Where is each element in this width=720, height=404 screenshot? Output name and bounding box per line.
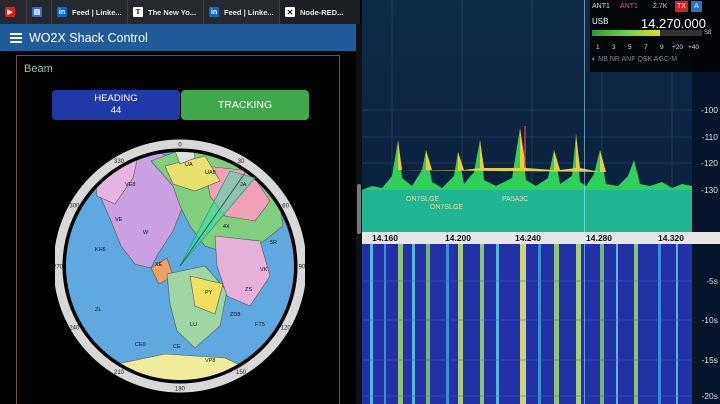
s-meter: [592, 30, 702, 36]
rx-controls-label: NB NR ANF QSK AGC-M: [598, 56, 678, 63]
region-prefix-label: ZL: [95, 307, 101, 313]
freq-label: 14.240: [515, 233, 541, 243]
tracking-button[interactable]: TRACKING: [181, 90, 309, 120]
time-label: -20s: [701, 391, 718, 401]
tab-node-red[interactable]: ✕ Node-RED...: [280, 0, 360, 24]
time-label: -15s: [701, 355, 718, 365]
close-icon[interactable]: ✕: [285, 7, 295, 17]
tab-newsletter[interactable]: ▤: [27, 0, 52, 24]
region-prefix-label: VE8: [125, 182, 135, 188]
receiver-panel: ANT1 ANT1 2.7K TX A USB 14.270.000 S8 1 …: [590, 0, 720, 72]
compass-bearing-label: 240: [69, 326, 80, 332]
compass-bearing-label: 300: [69, 204, 80, 210]
tab-linkedin-feed[interactable]: in Feed | Linke...: [52, 0, 128, 24]
region-prefix-label: XE: [155, 262, 163, 268]
tab-youtube[interactable]: ▶: [0, 0, 27, 24]
compass-bearing-label: 180: [175, 387, 186, 393]
tab-linkedin-feed-2[interactable]: in Feed | Linke...: [204, 0, 280, 24]
region-prefix-label: UA9: [205, 170, 216, 176]
region-prefix-label: 4X: [223, 224, 230, 230]
time-label: -5s: [706, 276, 718, 286]
compass-bearing-label: 60: [282, 204, 289, 210]
s-scale-tick: 9: [660, 44, 664, 51]
region-prefix-label: CE: [173, 344, 181, 350]
s-unit-label: S8: [704, 30, 712, 36]
compass-bearing-label: 120: [281, 326, 292, 332]
hamburger-menu-icon[interactable]: [10, 31, 22, 45]
rx-controls-bar[interactable]: 🔈︎ NB NR ANF QSK AGC-M: [592, 56, 677, 64]
db-label: -100: [700, 105, 718, 115]
compass-bearing-label: 330: [114, 159, 125, 165]
beam-section-label: Beam: [24, 63, 53, 75]
antenna-tx-label[interactable]: ANT1: [620, 3, 638, 10]
compass-bearing-label: 90: [299, 265, 305, 271]
mode-label[interactable]: USB: [592, 17, 608, 26]
s-scale-tick: 7: [644, 44, 648, 51]
region-prefix-label: ZS: [245, 287, 252, 293]
scrollbar-thumb[interactable]: [357, 184, 361, 234]
freq-label: 14.280: [586, 233, 612, 243]
region-prefix-label: VP8: [205, 358, 215, 364]
waterfall-display[interactable]: [362, 244, 692, 404]
s-scale-tick: +20: [672, 44, 684, 51]
heading-value: 44: [110, 105, 122, 116]
compass-bearing-label: 270: [55, 265, 64, 271]
region-prefix-label: VK: [260, 267, 268, 273]
heading-label: HEADING: [94, 93, 138, 104]
frequency-readout[interactable]: 14.270.000: [641, 16, 706, 31]
time-label: -10s: [701, 315, 718, 325]
app-title: WO2X Shack Control: [29, 30, 148, 45]
bandwidth-label[interactable]: 2.7K: [653, 3, 667, 10]
app-header: WO2X Shack Control: [0, 24, 356, 51]
browser-tab-strip: ▶ ▤ in Feed | Linke... T The New Yo... i…: [0, 0, 360, 24]
linkedin-icon: in: [57, 7, 67, 17]
db-label: -130: [700, 185, 718, 195]
heading-button[interactable]: HEADING 44: [52, 90, 180, 120]
nytimes-icon: T: [133, 7, 143, 17]
azimuthal-map: 0306090120150180210240270300330 VE8VEWXE…: [55, 139, 305, 393]
region-prefix-label: FT5: [255, 322, 265, 328]
region-prefix-label: CE0: [135, 342, 146, 348]
s-scale-tick: 5: [628, 44, 632, 51]
time-axis: -5s -10s -15s -20s: [692, 244, 720, 404]
beam-card: Beam HEADING 44 TRACKING 0 30 60 90 120 …: [16, 55, 340, 404]
region-prefix-label: LU: [190, 322, 197, 328]
region-prefix-label: KH6: [95, 247, 106, 253]
region-prefix-label: VE: [115, 217, 123, 223]
tuning-cursor[interactable]: [584, 0, 585, 404]
db-label: -110: [701, 132, 718, 142]
linkedin-icon: in: [209, 7, 219, 17]
tx-badge[interactable]: TX: [675, 1, 688, 12]
region-prefix-label: PY: [205, 290, 213, 296]
region-prefix-label: JA: [240, 182, 247, 188]
freq-label: 14.200: [445, 233, 471, 243]
region-prefix-label: 5R: [270, 240, 277, 246]
frequency-axis[interactable]: 14.160 14.200 14.240 14.280 14.320: [362, 232, 720, 244]
spot-label[interactable]: ON7SLGE: [430, 204, 463, 211]
region-prefix-label: UA: [185, 162, 193, 168]
s-scale-tick: 3: [612, 44, 616, 51]
tab-nytimes[interactable]: T The New Yo...: [128, 0, 204, 24]
antenna-rx-label[interactable]: ANT1: [592, 3, 610, 10]
s-scale-tick: 1: [596, 44, 600, 51]
freq-label: 14.320: [658, 233, 684, 243]
spot-label[interactable]: ON7SLGE: [406, 196, 439, 203]
freq-label: 14.160: [372, 233, 398, 243]
beam-pane: Beam HEADING 44 TRACKING 0 30 60 90 120 …: [0, 51, 356, 404]
spot-label[interactable]: PA5A3C: [502, 196, 528, 203]
vfo-a-badge[interactable]: A: [691, 1, 702, 12]
s-scale-tick: +40: [688, 44, 700, 51]
s-meter-fill: [592, 30, 661, 36]
newsletter-icon: ▤: [32, 7, 42, 17]
db-label: -120: [700, 158, 718, 168]
sdr-panel: ON7SLGE ON7SLGE PA5A3C -100 -110 -120 -1…: [362, 0, 720, 404]
youtube-icon: ▶: [5, 7, 15, 17]
compass-bearing-label: 150: [236, 370, 247, 376]
compass-bearing-label: 30: [238, 159, 245, 165]
compass-bearing-label: 210: [114, 370, 125, 376]
screen: ▶ ▤ in Feed | Linke... T The New Yo... i…: [0, 0, 720, 404]
region-prefix-label: W: [143, 230, 149, 236]
region-prefix-label: ZD8: [230, 312, 240, 318]
